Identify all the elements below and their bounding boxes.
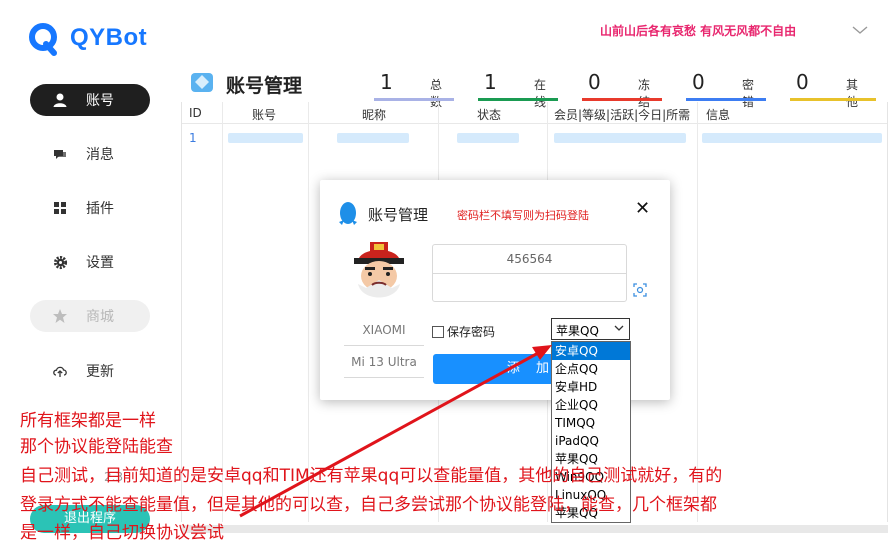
annotation-line: 登录方式不能查能量值，但是其他的可以查，自己多尝试那个协议能登陆，能查，几个框架…: [20, 495, 717, 515]
annotation-line: 所有框架都是一样: [20, 411, 156, 431]
annotation-line: 自己测试，目前知道的是安卓qq和TIM还有苹果qq可以查能量值，其他的自己测试就…: [20, 466, 723, 486]
annotation-line: 是一样，自己切换协议尝试: [20, 523, 224, 543]
annotation-line: 那个协议能登陆能查: [20, 437, 173, 457]
